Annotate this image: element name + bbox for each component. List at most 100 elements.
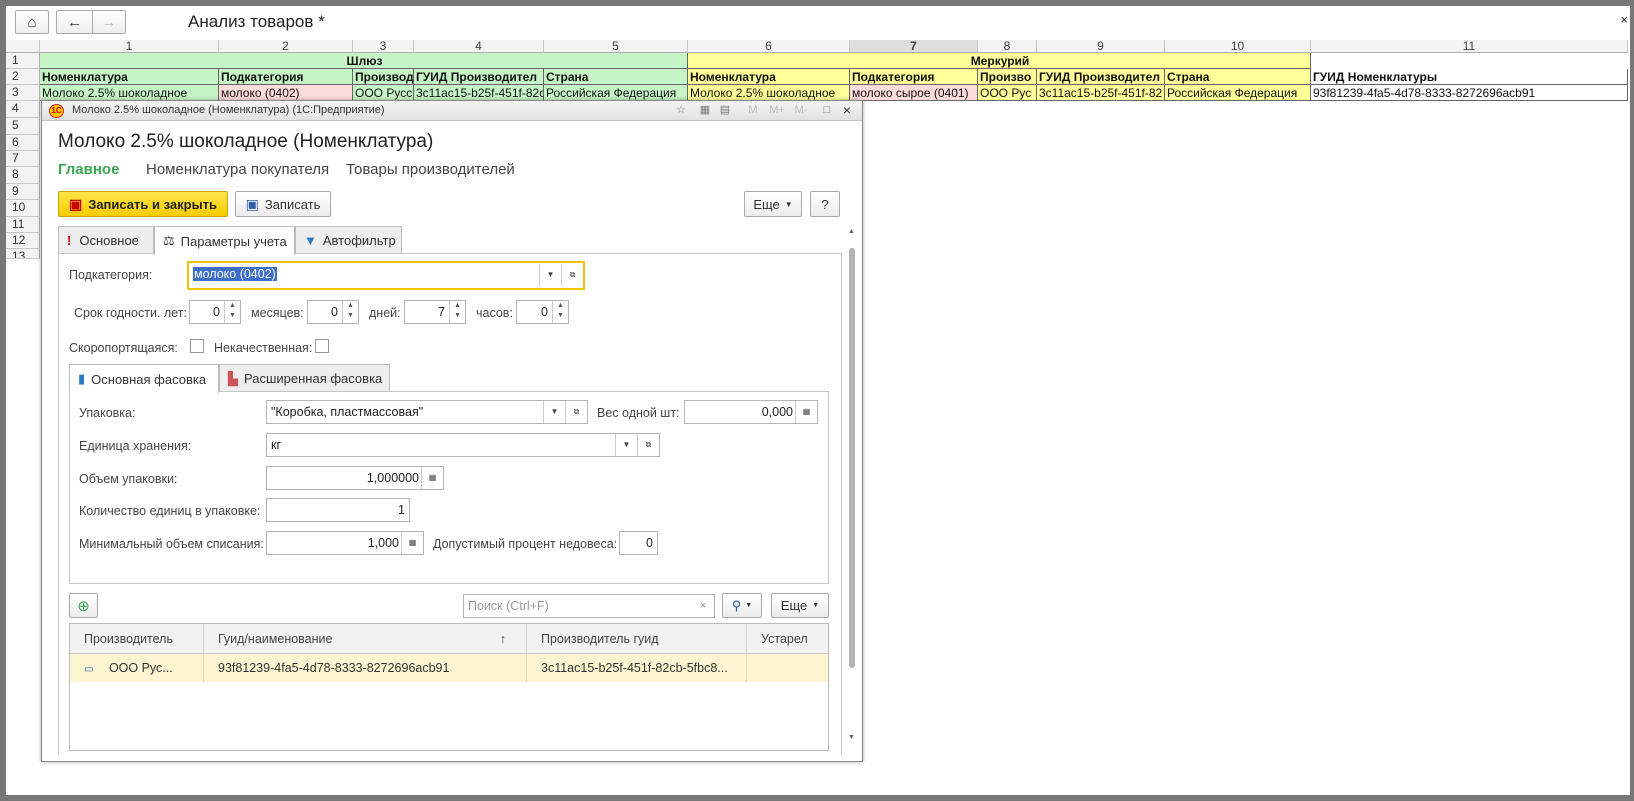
more-button[interactable]: Еще ▼: [744, 191, 802, 217]
tab-main[interactable]: ! Основное: [58, 226, 154, 254]
header-cell[interactable]: Страна: [544, 69, 688, 85]
column-header[interactable]: 4: [414, 40, 544, 53]
row-header[interactable]: 11: [6, 217, 40, 233]
unit-weight-field[interactable]: 0,000 ▦: [684, 400, 818, 424]
row-header[interactable]: 13: [6, 249, 40, 259]
scroll-up-icon[interactable]: ▲: [848, 228, 855, 235]
calendar-icon[interactable]: ▤: [718, 103, 732, 118]
nav-tab-main[interactable]: Главное: [58, 161, 119, 178]
column-header[interactable]: 3: [353, 40, 414, 53]
min-writeoff-field[interactable]: 1,000 ▦: [266, 531, 424, 555]
open-icon[interactable]: ⧉: [637, 434, 659, 456]
header-cell[interactable]: ГУИД Производител: [1037, 69, 1165, 85]
storage-unit-field[interactable]: кг ▼ ⧉: [266, 433, 660, 457]
chevron-down-icon[interactable]: ▼: [615, 434, 637, 456]
nav-tab-buyer-nomenclature[interactable]: Номенклатура покупателя: [146, 161, 329, 178]
chevron-down-icon[interactable]: ▼: [539, 264, 561, 286]
calculator-icon[interactable]: ▦: [795, 401, 817, 423]
underweight-field[interactable]: 0: [619, 531, 658, 555]
shelf-life-hours-field[interactable]: 0 ▲ ▼: [516, 300, 569, 324]
chevron-down-icon[interactable]: ▼: [543, 401, 565, 423]
vertical-scrollbar[interactable]: ▲ ▼: [848, 228, 856, 741]
data-cell[interactable]: Молоко 2.5% шоколадное: [688, 85, 850, 101]
header-cell[interactable]: Произво: [978, 69, 1037, 85]
tab-autofilter[interactable]: ▼ Автофильтр: [295, 226, 402, 254]
row-header[interactable]: 1: [6, 53, 40, 69]
save-and-close-button[interactable]: ▣ Записать и закрыть: [58, 191, 228, 217]
column-header[interactable]: 2: [219, 40, 353, 53]
add-button[interactable]: ⊕: [69, 593, 98, 618]
calculator-icon[interactable]: ▦: [698, 103, 712, 118]
save-button[interactable]: ▣ Записать: [235, 191, 331, 217]
search-input[interactable]: Поиск (Ctrl+F) ×: [463, 594, 715, 618]
help-button[interactable]: ?: [810, 191, 840, 217]
table-row-manufacturer-guid[interactable]: 3c11ac15-b25f-451f-82cb-5fbc8...: [527, 654, 747, 682]
column-header[interactable]: 1: [40, 40, 219, 53]
data-cell[interactable]: 93f81239-4fa5-4d78-8333-8272696acb91: [1311, 85, 1628, 101]
substandard-checkbox[interactable]: [315, 339, 329, 353]
open-icon[interactable]: ⧉: [561, 264, 583, 286]
data-cell[interactable]: ООО Рус: [978, 85, 1037, 101]
spin-arrows-icon[interactable]: ▲ ▼: [224, 301, 240, 323]
row-header[interactable]: 7: [6, 151, 40, 167]
memory-minus-icon[interactable]: M-: [790, 103, 812, 118]
tab-basic-packing[interactable]: ▮ Основная фасовка: [69, 364, 219, 393]
group-header-gateway[interactable]: Шлюз: [40, 53, 688, 69]
data-cell[interactable]: ООО Русс: [353, 85, 414, 101]
column-header[interactable]: 8: [978, 40, 1037, 53]
close-icon[interactable]: ×: [840, 103, 854, 118]
column-header-obsolete[interactable]: Устарел: [747, 624, 828, 654]
open-icon[interactable]: ⧉: [565, 401, 587, 423]
table-row-manufacturer[interactable]: ▭ ООО Рус...: [70, 654, 204, 682]
column-header[interactable]: 9: [1037, 40, 1165, 53]
scroll-down-icon[interactable]: ▼: [848, 734, 855, 741]
memory-m-icon[interactable]: M: [746, 103, 760, 118]
group-header-mercury[interactable]: Меркурий: [688, 53, 1311, 69]
scrollbar-thumb[interactable]: [849, 248, 855, 668]
dialog-titlebar[interactable]: 1С Молоко 2.5% шоколадное (Номенклатура)…: [42, 101, 862, 121]
nav-tab-manufacturer-goods[interactable]: Товары производителей: [346, 161, 515, 178]
column-header-manufacturer-guid[interactable]: Производитель гуид: [527, 624, 747, 654]
header-cell[interactable]: Подкатегория: [850, 69, 978, 85]
row-header[interactable]: 2: [6, 69, 40, 85]
row-header[interactable]: 6: [6, 135, 40, 151]
column-header[interactable]: 5: [544, 40, 688, 53]
tab-extended-packing[interactable]: ▙ Расширенная фасовка: [219, 364, 390, 392]
table-row-obsolete[interactable]: [747, 654, 828, 682]
column-header[interactable]: 7: [850, 40, 978, 53]
header-cell[interactable]: ГУИД Производител: [414, 69, 544, 85]
packaging-field[interactable]: "Коробка, пластмассовая" ▼ ⧉: [266, 400, 588, 424]
row-header[interactable]: 3: [6, 85, 40, 101]
bookmark-icon[interactable]: ☆: [674, 103, 688, 118]
row-header[interactable]: 4: [6, 101, 40, 118]
header-cell[interactable]: Номенклатура: [40, 69, 219, 85]
data-cell[interactable]: 3c11ac15-b25f-451f-82: [1037, 85, 1165, 101]
memory-plus-icon[interactable]: M+: [766, 103, 788, 118]
table-row-guid-name[interactable]: 93f81239-4fa5-4d78-8333-8272696acb91: [204, 654, 527, 682]
tab-accounting-params[interactable]: ⚖ Параметры учета: [154, 226, 295, 255]
column-header[interactable]: 6: [688, 40, 850, 53]
header-cell[interactable]: ГУИД Номенклатуры: [1311, 69, 1628, 85]
forward-button[interactable]: →: [92, 10, 126, 34]
shelf-life-months-field[interactable]: 0 ▲ ▼: [307, 300, 359, 324]
row-header[interactable]: 9: [6, 184, 40, 200]
spin-arrows-icon[interactable]: ▲ ▼: [342, 301, 358, 323]
header-cell[interactable]: Подкатегория: [219, 69, 353, 85]
units-per-pack-field[interactable]: 1: [266, 498, 410, 522]
back-button[interactable]: ←: [56, 10, 92, 34]
calculator-icon[interactable]: ▦: [421, 467, 443, 489]
subcategory-field[interactable]: молоко (0402) ▼ ⧉: [187, 261, 585, 290]
data-cell[interactable]: Российская Федерация: [1165, 85, 1311, 101]
row-header[interactable]: 5: [6, 118, 40, 135]
column-header[interactable]: 10: [1165, 40, 1311, 53]
data-cell[interactable]: Молоко 2.5% шоколадное: [40, 85, 219, 101]
data-cell[interactable]: Российская Федерация: [544, 85, 688, 101]
clear-icon[interactable]: ×: [692, 595, 714, 617]
data-cell[interactable]: 3c11ac15-b25f-451f-82c: [414, 85, 544, 101]
pack-volume-field[interactable]: 1,000000 ▦: [266, 466, 444, 490]
spin-arrows-icon[interactable]: ▲ ▼: [552, 301, 568, 323]
header-cell[interactable]: Производ: [353, 69, 414, 85]
table-more-button[interactable]: Еще ▼: [771, 593, 829, 618]
header-cell[interactable]: Номенклатура: [688, 69, 850, 85]
column-header-guid-name[interactable]: Гуид/наименование ↑: [204, 624, 527, 654]
